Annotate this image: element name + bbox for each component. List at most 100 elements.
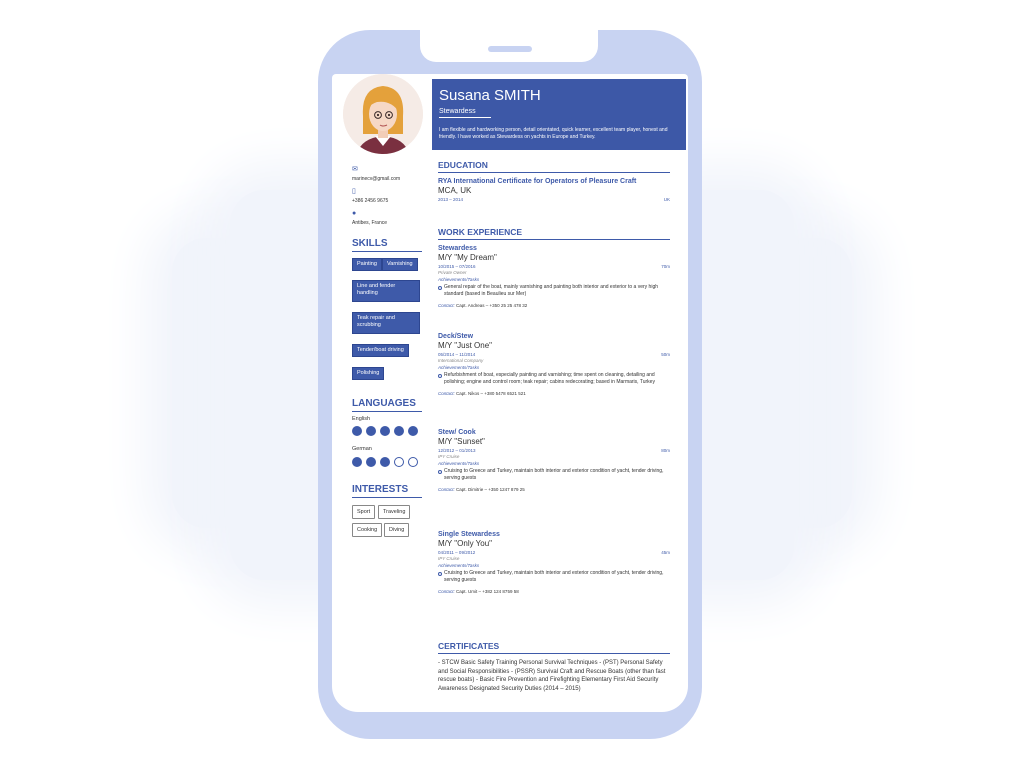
achievements-label: Achievements/Tasks	[438, 365, 480, 370]
phone-frame: ✉ marinecv@gmail.com ▯ +386 2456 9675 ● …	[318, 30, 702, 739]
vessel-length: 45m	[661, 550, 670, 555]
languages-heading: LANGUAGES	[352, 398, 422, 412]
job-contact: Contact: Capt. Nikos – +380 5478 6521 52…	[438, 390, 670, 398]
job-entry: Single Stewardess M/Y "Only You" 04/2011…	[438, 530, 670, 596]
email-text: marinecv@gmail.com	[352, 176, 401, 182]
education-entry: RYA International Certificate for Operat…	[438, 177, 670, 203]
mobile-phone-icon: ▯	[352, 188, 356, 195]
contact-value: Capt. Andreas – +350 25 25 478 32	[456, 303, 528, 308]
date-range: 04/2011 – 09/2012	[438, 550, 476, 555]
date-range: 2013 – 2014	[438, 197, 464, 202]
vessel-length: 50m	[661, 352, 670, 357]
language-level-dots	[352, 457, 418, 467]
school-name: MCA, UK	[438, 186, 472, 195]
date-range: 12/2012 – 01/2013	[438, 448, 476, 453]
vessel-length: 80m	[661, 448, 670, 453]
resume-sidebar: ✉ marinecv@gmail.com ▯ +386 2456 9675 ● …	[332, 74, 432, 712]
certificates-text: - STCW Basic Safety Training Personal Su…	[438, 660, 666, 692]
contact-label: Contact:	[438, 391, 455, 396]
contact-label: Contact:	[438, 487, 455, 492]
contact-value: Capt. Umit – +382 124 8759 58	[456, 589, 519, 594]
contact-value: Capt. Nikos – +380 5478 6521 521	[456, 391, 526, 396]
skill-chip: Painting	[352, 258, 382, 271]
person-name: Susana SMITH	[439, 87, 541, 104]
job-title: Stewardess	[438, 245, 477, 252]
education-heading: EDUCATION	[438, 160, 670, 173]
job-dates: 04/2011 – 09/2012 45m	[438, 549, 670, 556]
vessel-name: M/Y "Just One"	[438, 341, 492, 350]
job-title: Stew/ Cook	[438, 429, 476, 436]
place: UK	[663, 197, 670, 202]
person-role: Stewardess	[439, 108, 491, 118]
vessel-length: 70m	[661, 264, 670, 269]
interest-tag: Sport	[352, 505, 376, 519]
date-range: 05/2014 – 11/2014	[438, 352, 476, 357]
date-range: 10/2015 – 07/2016	[438, 264, 476, 269]
location-text: Antibes, France	[352, 220, 388, 226]
job-entry: Deck/Stew M/Y "Just One" 05/2014 – 11/20…	[438, 332, 670, 398]
work-experience-heading: WORK EXPERIENCE	[438, 227, 670, 240]
job-entry: Stewardess M/Y "My Dream" 10/2015 – 07/2…	[438, 244, 670, 310]
vessel-name: M/Y "My Dream"	[438, 253, 497, 262]
level-dot-filled	[352, 426, 362, 436]
degree-title: RYA International Certificate for Operat…	[438, 178, 637, 185]
phone-notch	[420, 30, 598, 62]
skill-chip: Line and fender handling	[352, 280, 420, 302]
interests-heading: INTERESTS	[352, 484, 422, 498]
job-dates: 10/2015 – 07/2016 70m	[438, 263, 670, 270]
resume-screen[interactable]: ✉ marinecv@gmail.com ▯ +386 2456 9675 ● …	[332, 74, 688, 712]
level-dot-filled	[366, 457, 376, 467]
language-name: German	[352, 446, 372, 452]
contact-label: Contact:	[438, 589, 455, 594]
job-title: Deck/Stew	[438, 333, 474, 340]
avatar-illustration-icon	[343, 74, 423, 154]
speaker-icon	[488, 46, 532, 52]
level-dot-filled	[366, 426, 376, 436]
education-dates: 2013 – 2014 UK	[438, 196, 670, 203]
task-bullet: General repair of the boat, mainly varni…	[438, 284, 670, 298]
interest-tag: Traveling	[378, 505, 411, 519]
level-dot-filled	[380, 457, 390, 467]
level-dot-filled	[408, 426, 418, 436]
certificates-heading: CERTIFICATES	[438, 641, 670, 654]
contact-value: Capt. Dimitrie – +350 1247 879 25	[456, 487, 525, 492]
level-dot-filled	[352, 457, 362, 467]
resume-header: Susana SMITH Stewardess I am flexible an…	[432, 79, 686, 150]
task-bullet: Cruising to Greece and Turkey, maintain …	[438, 468, 670, 482]
skill-chip: Polishing	[352, 367, 385, 380]
skill-chip: Tender/boat driving	[352, 344, 409, 357]
contact-email[interactable]: ✉ marinecv@gmail.com	[352, 166, 400, 182]
task-bullet: Cruising to Greece and Turkey, maintain …	[438, 570, 670, 584]
job-contact: Contact: Capt. Dimitrie – +350 1247 879 …	[438, 486, 670, 494]
job-contact: Contact: Capt. Andreas – +350 25 25 478 …	[438, 302, 670, 310]
achievements-label: Achievements/Tasks	[438, 461, 480, 466]
level-dot-filled	[380, 426, 390, 436]
profile-summary: I am flexible and hardworking person, de…	[439, 127, 668, 140]
envelope-icon: ✉	[352, 166, 358, 173]
level-dot-empty	[408, 457, 418, 467]
vessel-name: M/Y "Sunset"	[438, 437, 485, 446]
achievements-label: Achievements/Tasks	[438, 277, 480, 282]
level-dot-empty	[394, 457, 404, 467]
job-dates: 05/2014 – 11/2014 50m	[438, 351, 670, 358]
interest-tag: Cooking	[352, 523, 383, 537]
level-dot-filled	[394, 426, 404, 436]
vessel-name: M/Y "Only You"	[438, 539, 493, 548]
job-entry: Stew/ Cook M/Y "Sunset" 12/2012 – 01/201…	[438, 428, 670, 494]
task-bullet: Refurbishment of boat, especially painti…	[438, 372, 670, 386]
phone-text: +386 2456 9675	[352, 198, 389, 204]
contact-label: Contact:	[438, 303, 455, 308]
contact-phone[interactable]: ▯ +386 2456 9675	[352, 188, 388, 204]
skill-chip: Varnishing	[382, 258, 418, 271]
map-pin-icon: ●	[352, 210, 357, 217]
job-title: Single Stewardess	[438, 531, 500, 538]
language-level-dots	[352, 426, 418, 436]
job-contact: Contact: Capt. Umit – +382 124 8759 58	[438, 588, 670, 596]
skill-chip: Teak repair and scrubbing	[352, 312, 420, 334]
interest-tag: Diving	[384, 523, 410, 537]
avatar	[343, 74, 423, 154]
skills-heading: SKILLS	[352, 238, 422, 252]
contact-location: ● Antibes, France	[352, 210, 387, 226]
language-name: English	[352, 416, 371, 422]
job-dates: 12/2012 – 01/2013 80m	[438, 447, 670, 454]
